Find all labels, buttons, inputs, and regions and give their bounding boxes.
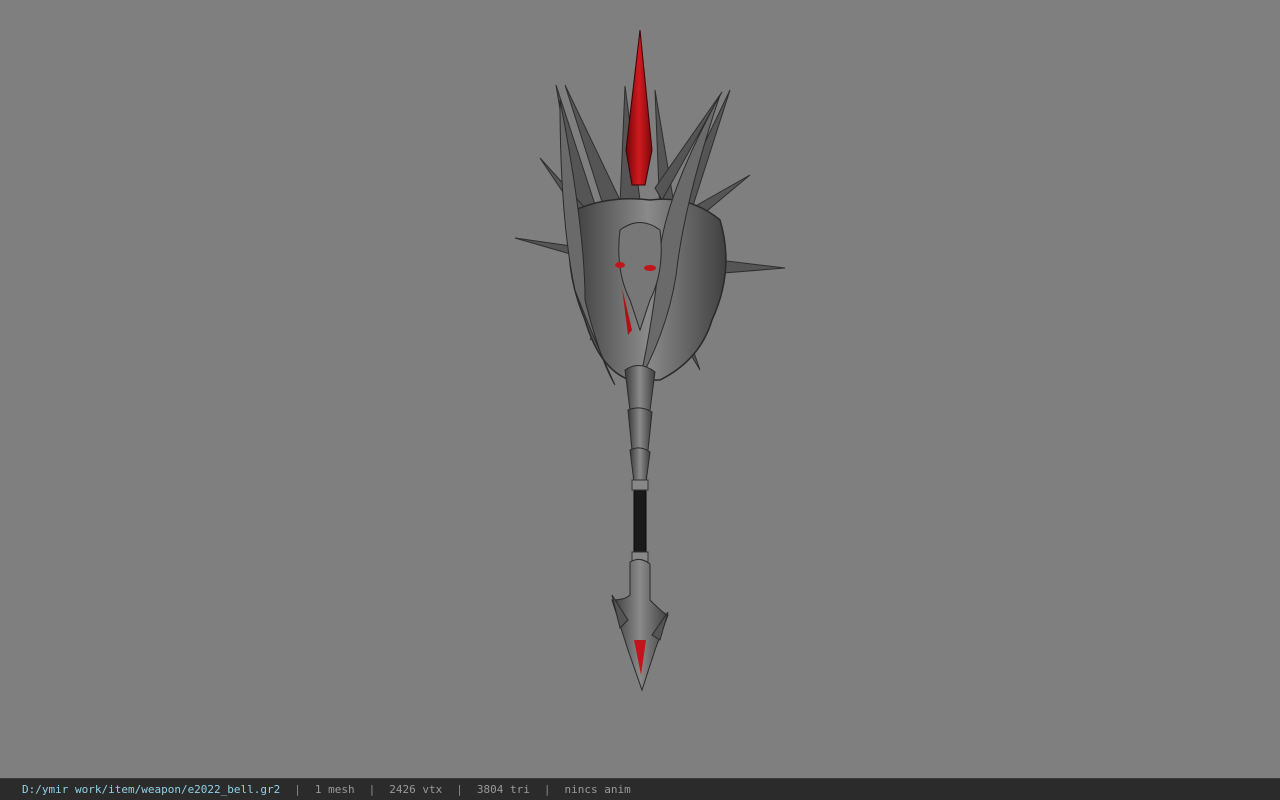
triangle-count: 3804 tri	[476, 783, 530, 796]
separator: |	[368, 783, 376, 796]
model-viewport[interactable]	[0, 0, 1280, 778]
separator: |	[543, 783, 551, 796]
bell-weapon-model	[514, 29, 786, 692]
status-bar: D:/ymir work/item/weapon/e2022_bell.gr2 |…	[0, 778, 1280, 800]
animation-status: nincs anim	[564, 783, 631, 796]
vertex-count: 2426 vtx	[389, 783, 443, 796]
file-path: D:/ymir work/item/weapon/e2022_bell.gr2	[22, 783, 281, 796]
separator: |	[294, 783, 301, 796]
mesh-count: 1 mesh	[314, 783, 355, 796]
separator: |	[456, 783, 463, 796]
